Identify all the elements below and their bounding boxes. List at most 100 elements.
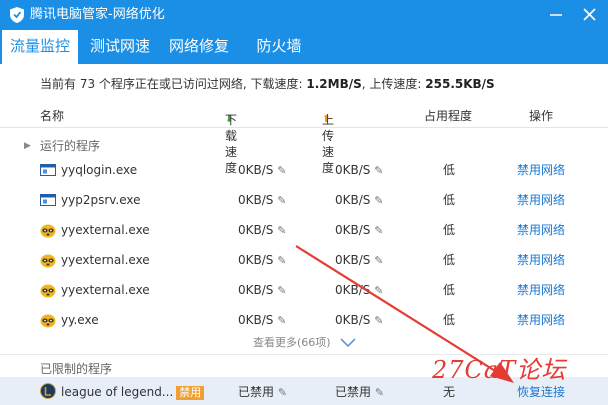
disabled-badge: 禁用 bbox=[176, 386, 205, 400]
column-level[interactable]: 占用程度 bbox=[424, 108, 472, 124]
program-name-text: league of legend... bbox=[61, 385, 174, 399]
program-name: yyexternal.exe bbox=[61, 253, 150, 267]
expand-running-icon[interactable]: ▶ bbox=[24, 141, 31, 151]
table-row: yyp2psrv.exe 0KB/S ✎ 0KB/S ✎ 低 禁用网络 bbox=[0, 185, 608, 215]
edit-upload-limit-icon[interactable]: ✎ bbox=[374, 284, 383, 297]
edit-upload-limit-icon[interactable]: ✎ bbox=[375, 386, 384, 399]
program-name: yyqlogin.exe bbox=[61, 163, 138, 177]
edit-download-limit-icon[interactable]: ✎ bbox=[277, 194, 286, 207]
usage-level: 低 bbox=[443, 253, 456, 267]
download-speed: 0KB/S ✎ bbox=[238, 162, 286, 179]
raccoon-icon bbox=[40, 224, 56, 238]
download-speed: 0KB/S ✎ bbox=[238, 192, 286, 209]
upload-speed-value: 0KB/S bbox=[335, 193, 371, 207]
upload-speed: 0KB/S ✎ bbox=[335, 312, 383, 329]
download-speed-value: 0KB/S bbox=[238, 253, 274, 267]
running-group-label: 运行的程序 bbox=[40, 139, 101, 153]
edit-upload-limit-icon[interactable]: ✎ bbox=[374, 254, 383, 267]
summary-download-value: 1.2MB/S bbox=[306, 77, 362, 91]
chevron-down-icon[interactable] bbox=[339, 336, 357, 348]
edit-upload-limit-icon[interactable]: ✎ bbox=[374, 164, 383, 177]
usage-level: 低 bbox=[443, 163, 456, 177]
tab-firewall[interactable]: 防火墙 bbox=[250, 30, 308, 64]
download-speed-value: 已禁用 bbox=[238, 385, 275, 399]
upload-speed: 0KB/S ✎ bbox=[335, 192, 383, 209]
edit-download-limit-icon[interactable]: ✎ bbox=[277, 164, 286, 177]
upload-speed-value: 0KB/S bbox=[335, 163, 371, 177]
tab-network-repair[interactable]: 网络修复 bbox=[164, 30, 234, 64]
program-name: yyexternal.exe bbox=[61, 283, 150, 297]
tab-speed-test[interactable]: 测试网速 bbox=[84, 30, 156, 64]
lol-icon bbox=[40, 383, 56, 399]
window-icon bbox=[40, 164, 56, 176]
shield-logo-icon bbox=[10, 7, 24, 23]
tab-traffic-monitor[interactable]: 流量监控 bbox=[2, 30, 78, 64]
column-name[interactable]: 名称 bbox=[40, 108, 64, 124]
upload-speed: 0KB/S ✎ bbox=[335, 222, 383, 239]
disable-network-link[interactable]: 禁用网络 bbox=[517, 192, 565, 208]
edit-download-limit-icon[interactable]: ✎ bbox=[277, 254, 286, 267]
restore-connection-link[interactable]: 恢复连接 bbox=[517, 384, 565, 400]
download-speed-value: 0KB/S bbox=[238, 223, 274, 237]
column-action: 操作 bbox=[529, 109, 554, 123]
upload-speed: 0KB/S ✎ bbox=[335, 282, 383, 299]
upload-speed: 已禁用 ✎ bbox=[335, 384, 384, 401]
title-bar: 腾讯电脑管家-网络优化 bbox=[0, 0, 608, 30]
view-more-link[interactable]: 查看更多(66项) bbox=[253, 336, 331, 350]
usage-level: 低 bbox=[443, 223, 456, 237]
edit-upload-limit-icon[interactable]: ✎ bbox=[374, 224, 383, 237]
disable-network-link[interactable]: 禁用网络 bbox=[517, 162, 565, 178]
upload-speed-value: 0KB/S bbox=[335, 313, 371, 327]
program-name: yy.exe bbox=[61, 313, 99, 327]
download-speed-value: 0KB/S bbox=[238, 163, 274, 177]
upload-speed-value: 已禁用 bbox=[335, 385, 372, 399]
usage-level: 低 bbox=[443, 193, 456, 207]
traffic-summary: 当前有 73 个程序正在或已访问过网络, 下载速度: 1.2MB/S, 上传速度… bbox=[40, 76, 495, 92]
table-row: yyexternal.exe 0KB/S ✎ 0KB/S ✎ 低 禁用网络 bbox=[0, 215, 608, 245]
download-speed: 0KB/S ✎ bbox=[238, 252, 286, 269]
raccoon-icon bbox=[40, 254, 56, 268]
limited-group-label: 已限制的程序 bbox=[40, 362, 113, 376]
summary-mid: , 上传速度: bbox=[361, 77, 426, 91]
disable-network-link[interactable]: 禁用网络 bbox=[517, 312, 565, 328]
summary-upload-value: 255.5KB/S bbox=[425, 77, 495, 91]
usage-level: 无 bbox=[443, 385, 456, 399]
table-row: yyqlogin.exe 0KB/S ✎ 0KB/S ✎ 低 禁用网络 bbox=[0, 155, 608, 185]
download-speed: 0KB/S ✎ bbox=[238, 222, 286, 239]
menu-icon[interactable] bbox=[546, 4, 568, 26]
forum-watermark: 27CaT论坛 bbox=[432, 356, 567, 384]
download-speed-value: 0KB/S bbox=[238, 193, 274, 207]
summary-prefix: 当前有 73 个程序正在或已访问过网络, 下载速度: bbox=[40, 77, 307, 91]
upload-speed: 0KB/S ✎ bbox=[335, 252, 383, 269]
raccoon-icon bbox=[40, 314, 56, 328]
window-icon bbox=[40, 194, 56, 206]
edit-download-limit-icon[interactable]: ✎ bbox=[278, 386, 287, 399]
table-row: yyexternal.exe 0KB/S ✎ 0KB/S ✎ 低 禁用网络 bbox=[0, 275, 608, 305]
disable-network-link[interactable]: 禁用网络 bbox=[517, 222, 565, 238]
edit-download-limit-icon[interactable]: ✎ bbox=[277, 284, 286, 297]
close-icon[interactable] bbox=[578, 4, 602, 26]
edit-download-limit-icon[interactable]: ✎ bbox=[277, 314, 286, 327]
download-speed: 已禁用 ✎ bbox=[238, 384, 287, 401]
upload-speed: 0KB/S ✎ bbox=[335, 162, 383, 179]
table-row: yy.exe 0KB/S ✎ 0KB/S ✎ 低 禁用网络 bbox=[0, 305, 608, 335]
disable-network-link[interactable]: 禁用网络 bbox=[517, 252, 565, 268]
table-row: yyexternal.exe 0KB/S ✎ 0KB/S ✎ 低 禁用网络 bbox=[0, 245, 608, 275]
download-speed-value: 0KB/S bbox=[238, 313, 274, 327]
upload-speed-value: 0KB/S bbox=[335, 223, 371, 237]
tab-bar: 流量监控 测试网速 网络修复 防火墙 bbox=[0, 30, 608, 64]
download-speed-value: 0KB/S bbox=[238, 283, 274, 297]
upload-speed-value: 0KB/S bbox=[335, 253, 371, 267]
disable-network-link[interactable]: 禁用网络 bbox=[517, 282, 565, 298]
edit-upload-limit-icon[interactable]: ✎ bbox=[374, 314, 383, 327]
usage-level: 低 bbox=[443, 283, 456, 297]
edit-download-limit-icon[interactable]: ✎ bbox=[277, 224, 286, 237]
program-name: yyexternal.exe bbox=[61, 223, 150, 237]
edit-upload-limit-icon[interactable]: ✎ bbox=[374, 194, 383, 207]
download-speed: 0KB/S ✎ bbox=[238, 312, 286, 329]
program-name: league of legend... 禁用 bbox=[61, 384, 205, 400]
window-title: 腾讯电脑管家-网络优化 bbox=[30, 7, 165, 22]
table-header: 名称 ⬇ 下载速度 ⬆ 上传速度 占用程度 操作 bbox=[0, 104, 608, 175]
program-name: yyp2psrv.exe bbox=[61, 193, 141, 207]
upload-speed-value: 0KB/S bbox=[335, 283, 371, 297]
